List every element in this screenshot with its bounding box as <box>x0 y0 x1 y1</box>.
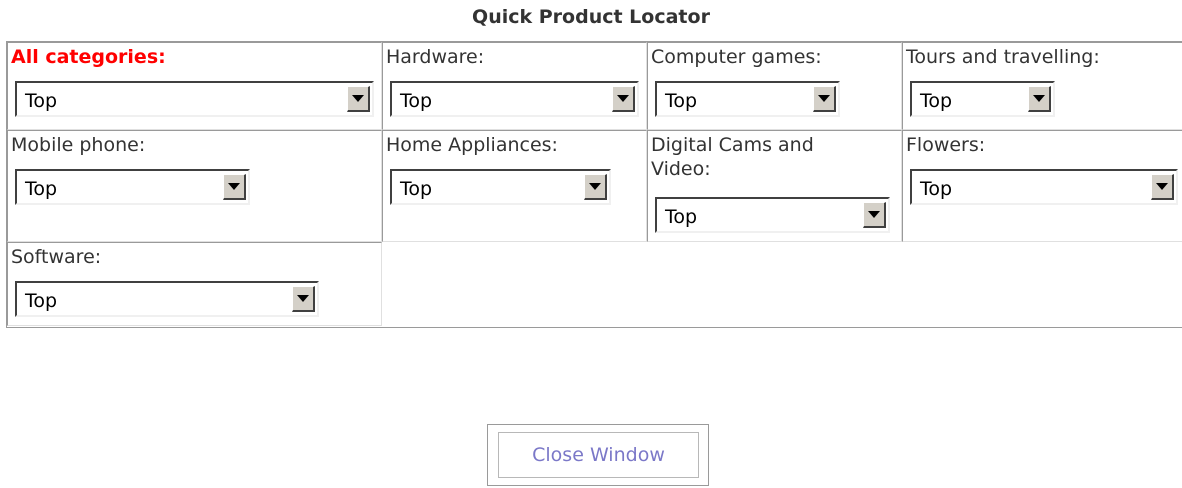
category-cell-mobile-phone: Mobile phone: Top <box>7 130 382 242</box>
category-label-home-appliances: Home Appliances: <box>386 134 558 156</box>
select-value: Top <box>25 290 58 312</box>
chevron-down-icon <box>589 183 601 190</box>
category-label-digital-cams: Digital Cams and Video: <box>651 134 814 180</box>
chevron-down-icon <box>352 95 364 102</box>
category-label-all: All categories: <box>11 46 166 68</box>
dropdown-button[interactable] <box>584 174 607 200</box>
category-select-software[interactable]: Top <box>15 281 319 317</box>
category-label-flowers: Flowers: <box>906 134 986 156</box>
category-cell-software: Software: Top <box>7 242 382 326</box>
category-cell-tours: Tours and travelling: Top <box>902 42 1182 130</box>
category-label-computer-games: Computer games: <box>651 46 822 68</box>
dropdown-button[interactable] <box>863 202 886 228</box>
dropdown-button[interactable] <box>347 86 370 112</box>
category-cell-digital-cams: Digital Cams and Video: Top <box>647 130 902 242</box>
category-cell-all: All categories: Top <box>7 42 382 130</box>
chevron-down-icon <box>868 211 880 218</box>
close-window-button[interactable]: Close Window <box>498 432 699 478</box>
select-value: Top <box>25 90 58 112</box>
chevron-down-icon <box>818 95 830 102</box>
category-cell-computer-games: Computer games: Top <box>647 42 902 130</box>
category-select-all[interactable]: Top <box>15 81 374 117</box>
chevron-down-icon <box>228 183 240 190</box>
category-label-software: Software: <box>11 246 102 268</box>
select-value: Top <box>665 206 698 228</box>
category-select-computer-games[interactable]: Top <box>655 81 840 117</box>
select-value: Top <box>920 178 953 200</box>
select-value: Top <box>400 178 433 200</box>
category-select-digital-cams[interactable]: Top <box>655 197 890 233</box>
select-value: Top <box>25 178 58 200</box>
dropdown-button[interactable] <box>612 86 635 112</box>
dropdown-button[interactable] <box>292 286 315 312</box>
dropdown-button[interactable] <box>223 174 246 200</box>
category-cell-hardware: Hardware: Top <box>382 42 647 130</box>
category-grid: All categories: Top Hardware: Top Comput… <box>6 41 1182 328</box>
chevron-down-icon <box>297 295 309 302</box>
category-cell-flowers: Flowers: Top <box>902 130 1182 242</box>
category-select-tours[interactable]: Top <box>910 81 1055 117</box>
dropdown-button[interactable] <box>813 86 836 112</box>
category-select-home-appliances[interactable]: Top <box>390 169 611 205</box>
category-label-mobile-phone: Mobile phone: <box>11 134 146 156</box>
category-cell-home-appliances: Home Appliances: Top <box>382 130 647 242</box>
chevron-down-icon <box>1156 183 1168 190</box>
category-select-flowers[interactable]: Top <box>910 169 1178 205</box>
chevron-down-icon <box>617 95 629 102</box>
select-value: Top <box>665 90 698 112</box>
category-label-hardware: Hardware: <box>386 46 485 68</box>
category-label-tours: Tours and travelling: <box>906 46 1100 68</box>
category-select-mobile-phone[interactable]: Top <box>15 169 250 205</box>
dropdown-button[interactable] <box>1028 86 1051 112</box>
chevron-down-icon <box>1033 95 1045 102</box>
dropdown-button[interactable] <box>1151 174 1174 200</box>
select-value: Top <box>920 90 953 112</box>
page-title: Quick Product Locator <box>472 6 710 28</box>
category-select-hardware[interactable]: Top <box>390 81 639 117</box>
select-value: Top <box>400 90 433 112</box>
